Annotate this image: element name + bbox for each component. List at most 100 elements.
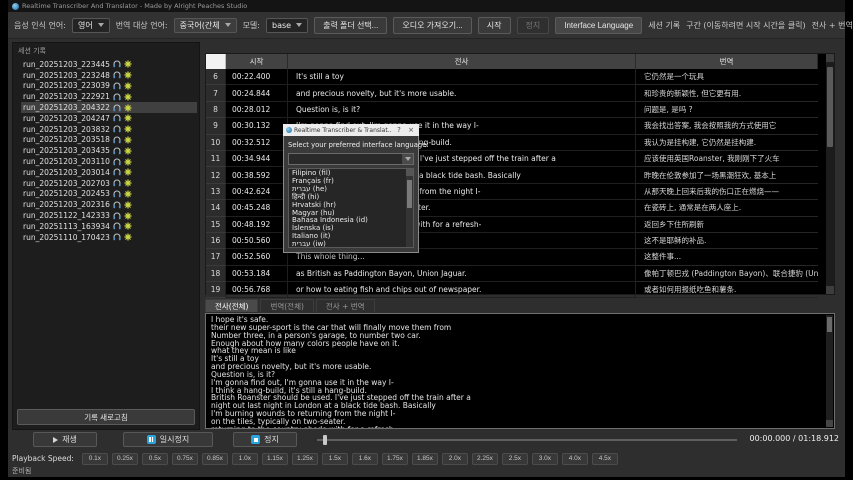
row-number-cell[interactable]: 19 [206,282,226,298]
start-time-cell[interactable]: 00:48.192 [226,217,288,233]
translation-cell[interactable]: 或者如何用报纸吃鱼和薯条. [636,282,818,298]
speed-button[interactable]: 2.25x [472,453,498,465]
row-number-cell[interactable]: 18 [206,266,226,282]
start-time-cell[interactable]: 00:28.012 [226,102,288,118]
import-audio-button[interactable]: 오디오 가져오기... [393,17,471,34]
column-header-transcript[interactable]: 전사 [288,54,636,69]
start-time-cell[interactable]: 00:56.768 [226,282,288,298]
row-number-cell[interactable]: 12 [206,167,226,183]
start-button[interactable]: 시작 [478,17,511,34]
start-time-cell[interactable]: 00:30.132 [226,118,288,134]
speech-language-select[interactable]: 영어 [72,18,110,33]
row-number-cell[interactable]: 14 [206,200,226,216]
speed-button[interactable]: 3.0x [532,453,558,465]
row-number-cell[interactable]: 15 [206,217,226,233]
combobox-dropdown-button[interactable] [402,154,413,164]
row-number-cell[interactable]: 8 [206,102,226,118]
play-button[interactable]: 재생 [33,432,97,447]
table-scrollbar-thumb[interactable] [827,67,833,147]
start-time-cell[interactable]: 00:50.560 [226,233,288,249]
translation-cell[interactable]: 和珍贵的新颖性, 但它更有用. [636,85,818,101]
output-tab[interactable]: 전사 + 번역 [316,299,375,312]
transcript-scrollbar-thumb[interactable] [827,317,832,332]
help-button[interactable]: ? [394,126,404,134]
speed-button[interactable]: 1.0x [232,453,258,465]
start-time-cell[interactable]: 00:52.560 [226,249,288,265]
scroll-down-icon[interactable] [826,286,834,294]
row-number-cell[interactable]: 7 [206,85,226,101]
seek-slider-handle[interactable] [323,435,327,445]
speed-button[interactable]: 0.5x [142,453,168,465]
model-select[interactable]: base [266,18,308,33]
row-number-cell[interactable]: 9 [206,118,226,134]
session-list-item[interactable]: run_20251203_204322 [21,102,197,113]
table-scrollbar[interactable] [826,54,834,294]
transcript-cell[interactable]: or how to eating fish and chips out of n… [288,282,636,298]
scroll-up-icon[interactable] [406,169,413,176]
session-list-item[interactable]: run_20251203_202703 [21,178,197,189]
row-number-cell[interactable]: 17 [206,249,226,265]
interface-language-button[interactable]: Interface Language [555,17,642,34]
session-list-item[interactable]: run_20251113_163934 [21,221,197,232]
table-row[interactable]: 6 00:22.400 It's still a toy 它仍然是一个玩具 [206,69,834,85]
speed-button[interactable]: 1.85x [412,453,438,465]
row-number-cell[interactable]: 13 [206,184,226,200]
transcript-scrollbar[interactable] [826,315,833,427]
translation-cell[interactable]: 像帕丁顿巴戎 (Paddington Bayon)、联合捷豹 (Union Ja… [636,266,818,282]
start-time-cell[interactable]: 00:42.624 [226,184,288,200]
session-list-item[interactable]: run_20251203_222921 [21,91,197,102]
row-number-cell[interactable]: 11 [206,151,226,167]
row-number-cell[interactable]: 6 [206,69,226,85]
start-time-cell[interactable]: 00:38.592 [226,167,288,183]
output-folder-button[interactable]: 출력 폴더 선택... [314,17,387,34]
table-row[interactable]: 19 00:56.768 or how to eating fish and c… [206,282,834,298]
stop-playback-button[interactable]: 정지 [233,432,297,447]
speed-button[interactable]: 1.15x [262,453,288,465]
translation-cell[interactable]: 这整件事... [636,249,818,265]
dialog-title-bar[interactable]: Realtime Transcriber & Translat... ? × [283,124,419,136]
start-time-cell[interactable]: 00:24.844 [226,85,288,101]
translation-cell[interactable]: 我会找出答案, 我会按照我的方式使用它 [636,118,818,134]
table-row[interactable]: 8 00:28.012 Question is, is it? 问题是, 是吗 … [206,102,834,118]
session-list-item[interactable]: run_20251203_223039 [21,81,197,92]
speed-button[interactable]: 2.0x [442,453,468,465]
session-list-item[interactable]: run_20251203_203014 [21,167,197,178]
language-list-scrollbar[interactable] [406,169,413,247]
table-row[interactable]: 18 00:53.184 as British as Paddington Ba… [206,266,834,282]
target-language-select[interactable]: 중국어(간체 [174,18,237,33]
start-time-cell[interactable]: 00:53.184 [226,266,288,282]
speed-button[interactable]: 1.5x [322,453,348,465]
translation-cell[interactable]: 在瓷砖上, 通常是在两人座上. [636,200,818,216]
session-list-item[interactable]: run_20251203_223248 [21,70,197,81]
table-row[interactable]: 7 00:24.844 and precious novelty, but it… [206,85,834,101]
translation-cell[interactable]: 昨晚在伦敦参加了一场黑潮狂欢, 基本上 [636,167,818,183]
column-header-translation[interactable]: 번역 [636,54,818,69]
speed-button[interactable]: 4.5x [592,453,618,465]
session-list-item[interactable]: run_20251203_203435 [21,145,197,156]
session-list-item[interactable]: run_20251203_223445 [21,59,197,70]
session-list-item[interactable]: run_20251203_203110 [21,156,197,167]
speed-button[interactable]: 1.25x [292,453,318,465]
session-list-item[interactable]: run_20251203_204247 [21,113,197,124]
row-number-cell[interactable]: 16 [206,233,226,249]
speed-button[interactable]: 1.75x [382,453,408,465]
speed-button[interactable]: 2.5x [502,453,528,465]
output-tab[interactable]: 전사(전체) [205,299,258,312]
pause-button[interactable]: 일시정지 [123,432,213,447]
start-time-cell[interactable]: 00:32.512 [226,135,288,151]
session-list-item[interactable]: run_20251110_170423 [21,232,197,243]
seek-slider[interactable] [317,439,737,441]
scroll-down-icon[interactable] [826,420,833,427]
output-tab[interactable]: 번역(전체) [260,299,313,312]
full-transcript-panel[interactable]: I hope it's safe. their new super-sport … [205,313,835,429]
translation-cell[interactable]: 这不是耶稣的补品. [636,233,818,249]
language-scrollbar-thumb[interactable] [407,180,412,208]
language-option[interactable]: עברית (iw) [292,241,413,248]
start-time-cell[interactable]: 00:45.248 [226,200,288,216]
row-number-cell[interactable]: 10 [206,135,226,151]
translation-cell[interactable]: 应该使用英国Roanster, 我刚刚下了火车 [636,151,818,167]
transcript-cell[interactable]: Question is, is it? [288,102,636,118]
speed-button[interactable]: 1.6x [352,453,378,465]
translation-cell[interactable]: 问题是, 是吗 ? [636,102,818,118]
session-list-item[interactable]: run_20251203_203518 [21,135,197,146]
